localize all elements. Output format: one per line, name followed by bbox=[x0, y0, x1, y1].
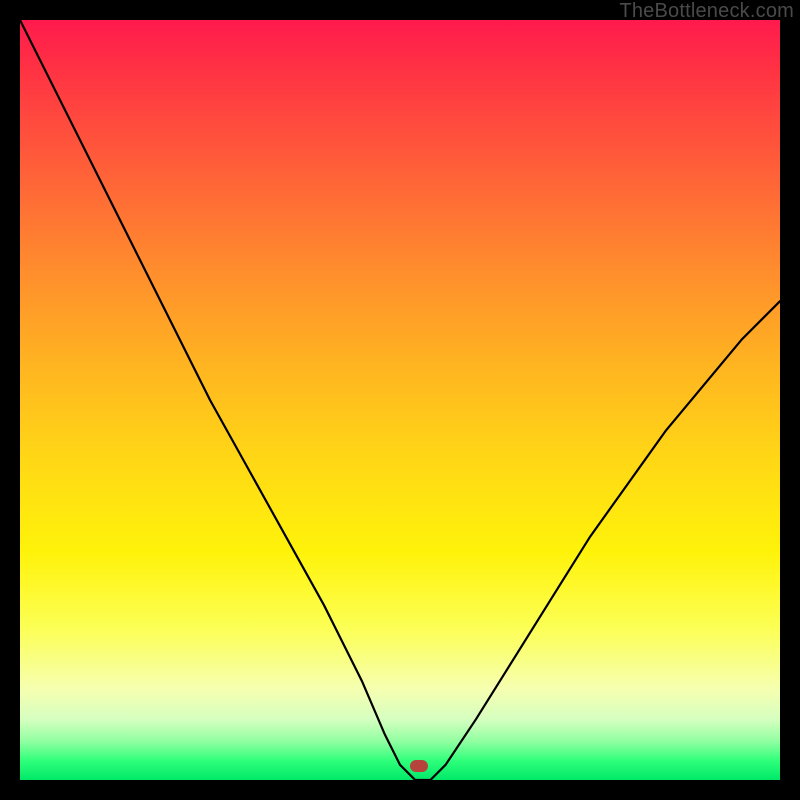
watermark-text: TheBottleneck.com bbox=[619, 0, 794, 23]
bottleneck-curve bbox=[20, 20, 780, 780]
optimum-marker bbox=[410, 760, 428, 772]
chart-frame: TheBottleneck.com bbox=[0, 0, 800, 800]
plot-area bbox=[20, 20, 780, 780]
